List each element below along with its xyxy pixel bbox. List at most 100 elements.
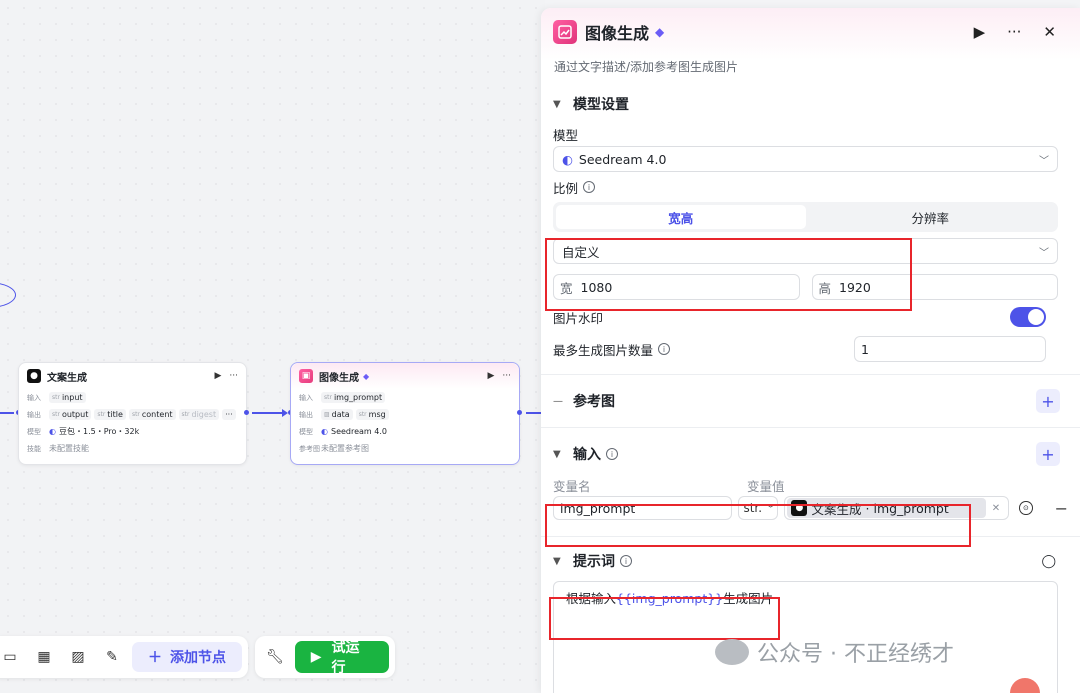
wrench-icon[interactable]: 🔧︎ bbox=[261, 643, 289, 671]
row-label: 输出 bbox=[299, 410, 313, 419]
max-count-label: 最多生成图片数量 bbox=[553, 342, 654, 358]
output-tag: str output bbox=[49, 409, 92, 420]
row-label: 输入 bbox=[27, 393, 41, 402]
model-value: 豆包・1.5・Pro・32k bbox=[58, 427, 140, 436]
section-title: 参考图 bbox=[573, 394, 615, 410]
lightbulb-icon[interactable]: ◯ bbox=[1041, 554, 1056, 569]
node2-output-port[interactable] bbox=[517, 410, 522, 415]
play-icon: ▶ bbox=[310, 649, 322, 665]
divider bbox=[541, 536, 1080, 537]
panel-description: 通过文字描述/添加参考图生成图片 bbox=[554, 60, 739, 74]
edit-icon[interactable]: ✎ bbox=[98, 643, 126, 671]
chevron-down-icon[interactable]: ▼ bbox=[553, 449, 573, 460]
more-icon[interactable]: ··· bbox=[229, 371, 238, 381]
variable-reference-field[interactable]: ● 文案生成 · img_prompt ✕ bbox=[784, 496, 1010, 520]
section-reference-image[interactable]: — 参考图 + bbox=[541, 375, 1080, 427]
section-prompt[interactable]: ▼ 提示词 i ◯ bbox=[541, 541, 1080, 581]
canvas-toolbar: ▭ ▦ ▨ ✎ ＋ 添加节点 bbox=[0, 636, 248, 678]
prompt-variable: {{img_prompt}} bbox=[616, 591, 724, 606]
info-icon[interactable]: i bbox=[620, 555, 632, 567]
model-select[interactable]: ◐ Seedream 4.0 ﹀ bbox=[553, 146, 1058, 172]
node1-output-port[interactable] bbox=[244, 410, 249, 415]
ratio-segmented-control[interactable]: 宽高 分辨率 bbox=[553, 202, 1058, 232]
edge-out-node2 bbox=[526, 412, 541, 414]
variable-picker-icon[interactable]: ⊙ bbox=[1019, 501, 1033, 515]
node-text-generation[interactable]: ● 文案生成 ▶ ··· 输入 str input 输出 str output st… bbox=[18, 362, 247, 465]
chevron-down-icon: ﹀ bbox=[1039, 247, 1049, 259]
ratio-label: 比例 i bbox=[541, 172, 1080, 202]
play-icon[interactable]: ▶ bbox=[214, 371, 221, 381]
watermark-label: 图片水印 bbox=[553, 310, 604, 326]
segment-width-height[interactable]: 宽高 bbox=[556, 205, 806, 229]
variable-type-select[interactable]: str. ﹀ bbox=[738, 496, 779, 520]
model-value: Seedream 4.0 bbox=[330, 427, 387, 436]
model-logo-icon: ◐ bbox=[49, 427, 56, 436]
section-title: 输入 bbox=[573, 447, 601, 463]
column-variable-value: 变量值 bbox=[747, 479, 785, 494]
model-label: 模型 bbox=[553, 127, 579, 143]
grid-layout-icon[interactable]: ▦ bbox=[30, 643, 58, 671]
ref-variable: img_prompt bbox=[873, 500, 949, 516]
panel-title: 图像生成 bbox=[585, 24, 650, 43]
close-icon[interactable]: ✕ bbox=[1043, 23, 1056, 41]
more-icon[interactable]: ··· bbox=[502, 371, 511, 381]
section-title: 模型设置 bbox=[573, 97, 629, 113]
variable-name-input[interactable]: img_prompt bbox=[553, 496, 733, 520]
reference-chip[interactable]: ● 文案生成 · img_prompt bbox=[787, 498, 986, 518]
watermark-row: 图片水印 bbox=[541, 300, 1080, 334]
play-icon[interactable]: ▶ bbox=[487, 371, 494, 381]
max-count-input[interactable]: 1 bbox=[854, 336, 1046, 362]
watermark-toggle[interactable] bbox=[1010, 307, 1046, 327]
ref-separator: · bbox=[865, 500, 870, 516]
skill-value: 未配置技能 bbox=[49, 444, 89, 453]
ref-node-name: 文案生成 bbox=[811, 501, 862, 517]
width-input[interactable]: 宽 1080 bbox=[553, 274, 800, 300]
more-icon[interactable]: ··· bbox=[1007, 23, 1021, 41]
output-tag: str content bbox=[128, 409, 176, 420]
watermark-text: 公众号 · 不正经绣才 bbox=[757, 642, 954, 667]
more-tags-button[interactable]: ··· bbox=[222, 409, 236, 420]
chevron-down-icon[interactable]: ▼ bbox=[553, 556, 573, 567]
diamond-icon: ◆ bbox=[363, 371, 370, 381]
chevron-down-icon[interactable]: ▼ bbox=[553, 99, 573, 110]
chevron-right-icon[interactable]: — bbox=[553, 396, 573, 407]
add-node-button[interactable]: ＋ 添加节点 bbox=[132, 642, 242, 672]
width-prefix: 宽 bbox=[560, 280, 573, 296]
divider bbox=[541, 427, 1080, 428]
bot-icon: ● bbox=[791, 500, 808, 516]
info-icon[interactable]: i bbox=[658, 343, 671, 355]
height-prefix: 高 bbox=[818, 280, 832, 296]
section-model-settings[interactable]: ▼ 模型设置 bbox=[541, 86, 1080, 122]
height-input[interactable]: 高 1920 bbox=[811, 274, 1058, 300]
node-image-generation[interactable]: ▣ 图像生成 ◆ ▶ ··· 输入 str img_prompt 输出 ▨ data… bbox=[290, 362, 520, 465]
height-value: 1920 bbox=[839, 279, 871, 295]
input-tag: str img_prompt bbox=[321, 392, 386, 403]
image-type-icon: ▨ bbox=[324, 411, 330, 418]
segment-resolution[interactable]: 分辨率 bbox=[806, 205, 1056, 229]
info-icon[interactable]: i bbox=[606, 448, 618, 460]
add-reference-button[interactable]: + bbox=[1036, 389, 1060, 413]
output-tag: str title bbox=[94, 409, 126, 420]
info-icon[interactable]: i bbox=[583, 181, 596, 193]
node-config-panel: 图像生成 ◆ ▶ ··· ✕ 通过文字描述/添加参考图生成图片 ▼ 模型设置 模… bbox=[541, 8, 1080, 693]
node-title: 图像生成 bbox=[319, 372, 359, 384]
clear-icon[interactable]: ✕ bbox=[992, 503, 1000, 514]
diamond-icon: ◆ bbox=[655, 25, 665, 39]
width-value: 1080 bbox=[580, 279, 613, 295]
image-add-icon[interactable]: ▨ bbox=[64, 643, 92, 671]
section-input[interactable]: ▼ 输入 i + bbox=[541, 432, 1080, 476]
test-run-button[interactable]: ▶ 试运行 bbox=[294, 640, 389, 676]
bot-icon: ● bbox=[27, 369, 41, 383]
edge-into-node1 bbox=[0, 412, 14, 414]
row-label: 技能 bbox=[27, 444, 41, 453]
workflow-canvas[interactable]: ● 文案生成 ▶ ··· 输入 str input 输出 str output st… bbox=[0, 0, 545, 693]
loop-connector bbox=[0, 282, 16, 308]
ratio-preset-select[interactable]: 自定义 ﹀ bbox=[553, 238, 1058, 264]
output-tag: ▨ data bbox=[321, 409, 353, 420]
watermark: 公众号 · 不正经绣才 bbox=[715, 636, 954, 668]
model-logo-icon: ◐ bbox=[321, 427, 328, 436]
play-icon[interactable]: ▶ bbox=[974, 23, 986, 41]
comment-icon[interactable]: ▭ bbox=[0, 643, 24, 671]
remove-variable-button[interactable]: − bbox=[1055, 499, 1068, 518]
add-input-button[interactable]: + bbox=[1036, 442, 1060, 466]
